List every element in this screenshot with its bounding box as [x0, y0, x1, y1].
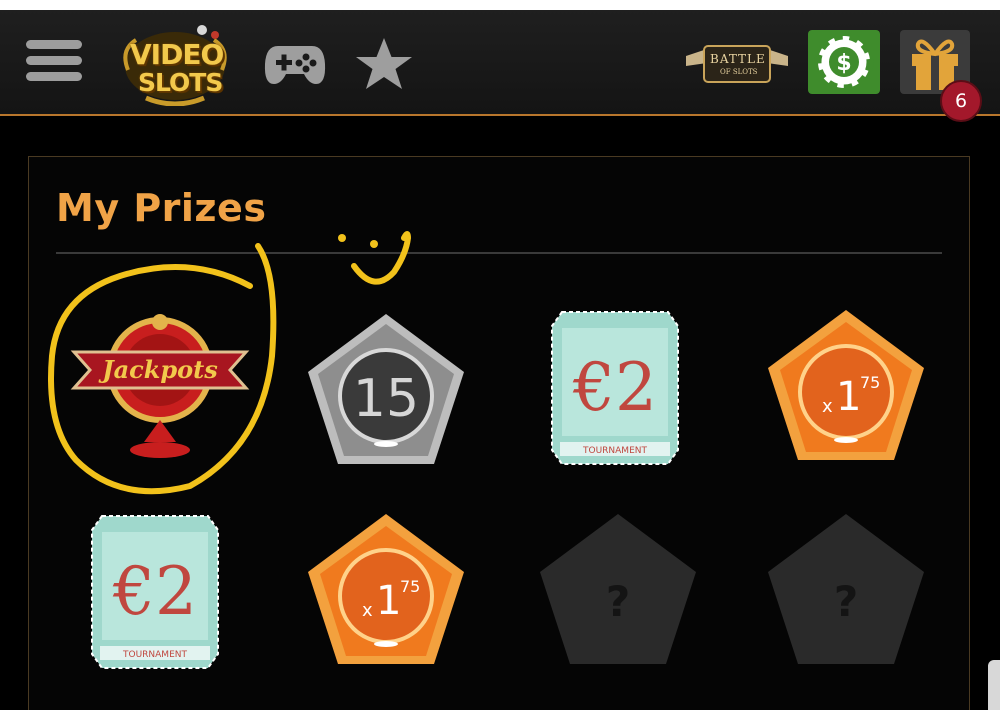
- ticket-amount: €2: [112, 553, 197, 630]
- battle-label-line2: OF SLOTS: [720, 68, 758, 76]
- logo-word-video: VIDEO: [130, 38, 224, 71]
- locked-symbol: ?: [606, 577, 630, 626]
- jackpots-label: Jackpots: [98, 355, 218, 384]
- multiplier-super: 75: [860, 373, 880, 392]
- multiplier-prefix: x: [362, 600, 373, 621]
- dollar-chip-icon: $: [814, 32, 874, 92]
- ticket-caption: TOURNAMENT: [122, 650, 187, 660]
- prize-jackpots[interactable]: Jackpots: [70, 308, 250, 468]
- prize-multiplier[interactable]: x 1 75: [304, 512, 468, 666]
- cashier-button[interactable]: $: [808, 30, 880, 94]
- top-navigation-bar: VIDEO SLOTS BATTLE OF SLOTS $: [0, 10, 1000, 116]
- notification-badge: 6: [940, 80, 982, 122]
- multiplier-base: 1: [836, 374, 861, 420]
- locked-symbol: ?: [834, 577, 858, 626]
- page-title: My Prizes: [56, 186, 267, 230]
- multiplier-super: 75: [400, 577, 420, 596]
- svg-text:$: $: [836, 51, 851, 76]
- ticket-amount: €2: [572, 349, 657, 426]
- gamepad-icon[interactable]: [264, 40, 326, 88]
- title-divider: [56, 252, 942, 254]
- prize-locked[interactable]: ?: [764, 512, 928, 666]
- multiplier-base: 1: [376, 578, 401, 624]
- ticket-caption: TOURNAMENT: [582, 446, 647, 456]
- spins-count: 15: [353, 369, 419, 429]
- app-screen: VIDEO SLOTS BATTLE OF SLOTS $ 6 My Prize…: [0, 10, 1000, 710]
- prize-free-spins[interactable]: 15: [304, 312, 468, 466]
- battle-label-line1: BATTLE: [710, 52, 766, 66]
- logo-word-slots: SLOTS: [138, 68, 223, 97]
- scrollbar-edge[interactable]: [988, 660, 1000, 710]
- battle-of-slots-button[interactable]: BATTLE OF SLOTS: [684, 38, 790, 90]
- prize-tournament-ticket[interactable]: €2 TOURNAMENT: [548, 308, 682, 468]
- hamburger-menu-icon[interactable]: [26, 38, 84, 84]
- videoslots-logo[interactable]: VIDEO SLOTS: [116, 20, 234, 107]
- prize-multiplier[interactable]: x 1 75: [764, 308, 928, 462]
- prize-locked[interactable]: ?: [536, 512, 700, 666]
- multiplier-prefix: x: [822, 396, 833, 417]
- prize-tournament-ticket[interactable]: €2 TOURNAMENT: [88, 512, 222, 672]
- favourites-star-icon[interactable]: [354, 36, 414, 92]
